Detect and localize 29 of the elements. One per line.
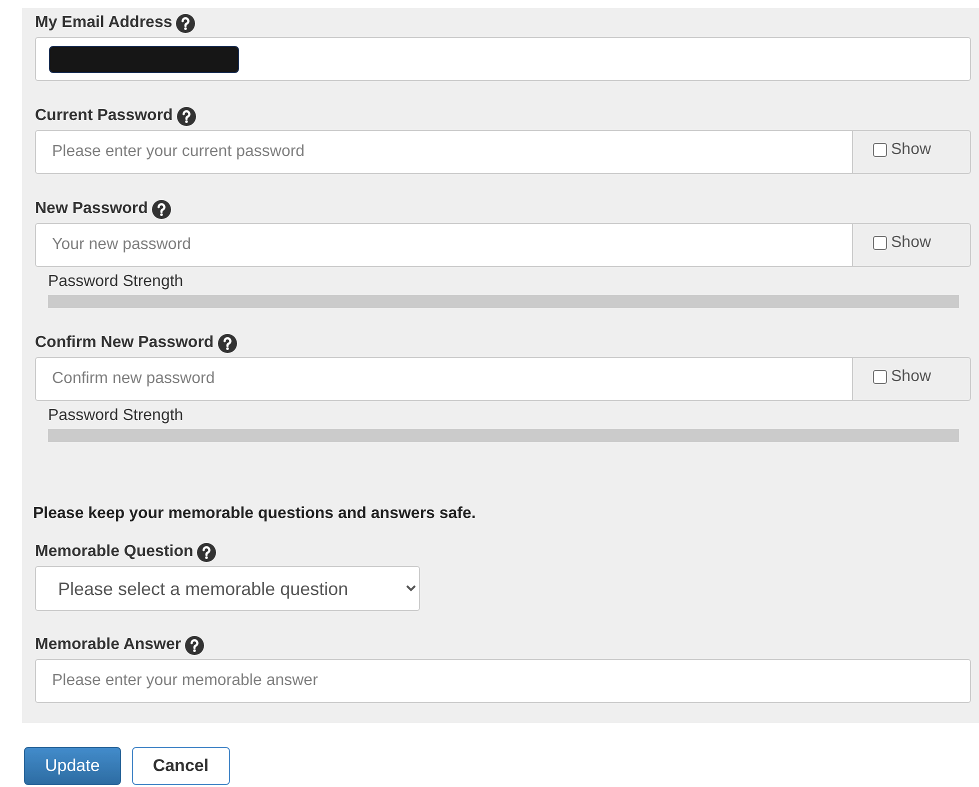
field-label: Confirm New Password [35,334,214,352]
show-checkbox[interactable] [873,236,887,250]
field-label: Memorable Question [35,543,194,561]
update-button[interactable]: Update [24,747,121,785]
help-icon[interactable] [218,334,237,352]
help-icon[interactable] [176,106,196,126]
help-icon[interactable] [176,14,196,32]
password-field[interactable]: Confirm new password [35,357,853,401]
help-icon[interactable] [152,200,171,218]
field-label: My Email Address [35,14,172,32]
show-toggle[interactable]: Show [853,130,971,174]
password-field[interactable]: Please enter your current password [35,130,853,174]
notice-text: Please keep your memorable questions and answers safe. [33,505,477,523]
strength-label: Password Strength [48,274,184,290]
field-label: New Password [35,200,148,218]
show-checkbox[interactable] [873,370,887,384]
cancel-button[interactable]: Cancel [132,747,230,785]
answer-field[interactable]: Please enter your memorable answer [35,659,971,703]
field-label: Current Password [35,107,173,125]
question-select[interactable]: Please select a memorable question [35,566,420,611]
help-icon[interactable] [185,636,204,654]
field-label: Memorable Answer [35,636,182,654]
strength-label: Password Strength [48,408,184,424]
show-toggle[interactable]: Show [853,357,971,401]
show-checkbox[interactable] [873,143,887,157]
password-field[interactable]: Your new password [35,223,853,267]
input-field[interactable] [35,37,971,81]
help-icon[interactable] [197,542,216,562]
show-toggle[interactable]: Show [853,223,971,267]
